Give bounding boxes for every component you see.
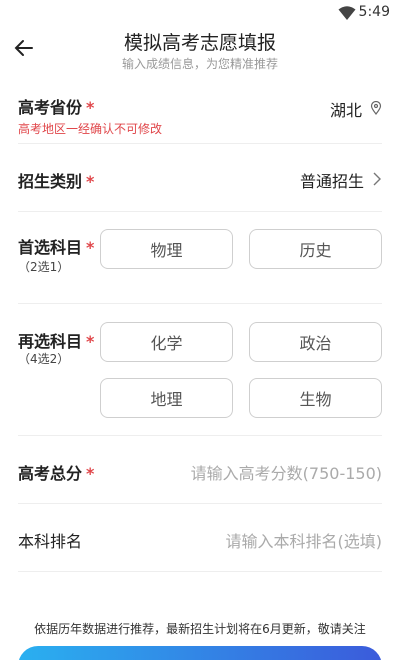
score-input[interactable]: 请输入高考分数(750-150) [191,460,382,484]
rank-input[interactable]: 请输入本科排名(选填) [226,528,383,552]
required-mark: * [86,238,95,257]
required-mark: * [86,98,95,117]
second-subject-label: 再选科目 * [18,332,95,351]
required-mark: * [86,332,95,351]
second-subject-row: 再选科目 * （4选2） 化学 政治 地理 生物 [18,304,382,436]
location-pin-icon [370,100,382,119]
subject-option-chemistry[interactable]: 化学 [100,322,233,362]
score-row: 高考总分 * 请输入高考分数(750-150) [18,436,382,504]
first-subject-row: 首选科目 * （2选1） 物理 历史 [18,212,382,304]
score-label: 高考总分 * [18,464,95,483]
required-mark: * [86,464,95,483]
subject-option-politics[interactable]: 政治 [249,322,382,362]
subject-option-history[interactable]: 历史 [249,229,382,269]
page-subtitle: 输入成绩信息，为您精准推荐 [121,57,278,71]
category-value: 普通招生 [299,172,364,191]
category-label: 招生类别 * [18,172,95,191]
rank-row: 本科排名 请输入本科排名(选填) [18,504,382,572]
province-selector[interactable]: 湖北 [330,97,382,121]
submit-button[interactable] [18,646,382,660]
footer-note: 依据历年数据进行推荐，最新招生计划将在6月更新，敬请关注 [34,622,366,636]
province-label: 高考省份 * [18,98,95,117]
status-bar: 5:49 [0,0,400,26]
page-title: 模拟高考志愿填报 [123,32,276,54]
subject-option-physics[interactable]: 物理 [100,229,233,269]
rank-label: 本科排名 [18,532,83,551]
subject-option-geography[interactable]: 地理 [100,378,233,418]
wifi-icon [338,5,356,25]
required-mark: * [86,172,95,191]
province-value: 湖北 [329,101,362,120]
subject-option-biology[interactable]: 生物 [249,378,382,418]
header: 模拟高考志愿填报 输入成绩信息，为您精准推荐 [0,26,400,82]
first-subject-label: 首选科目 * [18,238,95,257]
province-row: 高考省份 * 高考地区一经确认不可修改 湖北 [18,88,382,144]
second-subject-hint: （4选2） [18,352,70,366]
category-selector[interactable]: 普通招生 [300,168,382,192]
category-row[interactable]: 招生类别 * 普通招生 [18,144,382,212]
province-note: 高考地区一经确认不可修改 [18,122,163,136]
first-subject-hint: （2选1） [18,260,70,274]
chevron-right-icon [372,171,382,190]
status-time: 5:49 [358,4,390,20]
